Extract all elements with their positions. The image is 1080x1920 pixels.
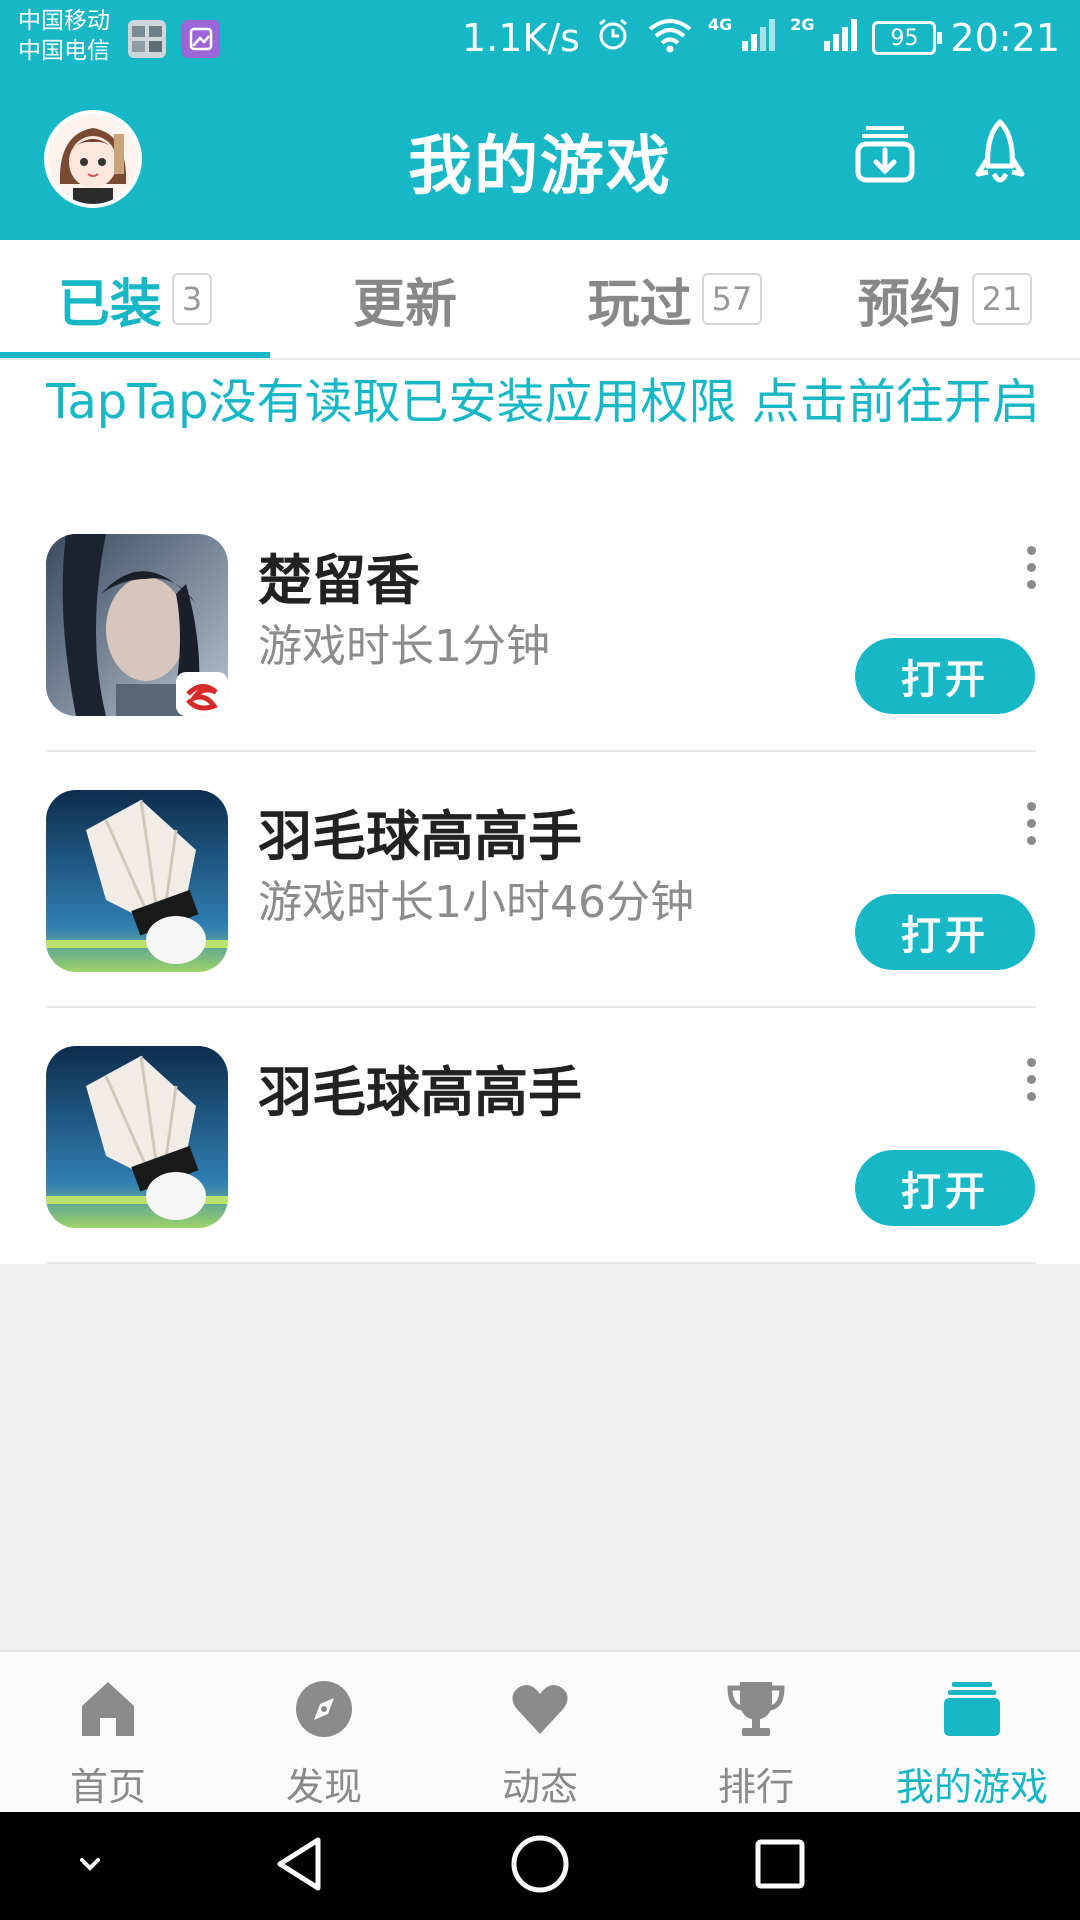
more-dot: [1026, 563, 1036, 572]
square-recents-icon: [752, 1836, 808, 1896]
back-triangle-icon: [270, 1834, 330, 1898]
tab-label: 玩过: [587, 274, 692, 335]
trophy-icon: [726, 1678, 786, 1740]
carrier-1: 中国移动: [18, 8, 110, 34]
recents-button[interactable]: [746, 1832, 814, 1900]
tab-label: 已装: [57, 274, 162, 335]
heart-icon: [510, 1678, 570, 1740]
hide-nav-button[interactable]: [56, 1832, 124, 1900]
more-dot: [1026, 836, 1036, 845]
game-icon-chuliuxiang[interactable]: [46, 534, 228, 716]
more-dot: [1026, 1075, 1036, 1084]
more-dot: [1026, 546, 1036, 555]
open-game-button[interactable]: 打开: [855, 894, 1035, 970]
signal-icon-2: [822, 15, 858, 62]
back-button[interactable]: [266, 1832, 334, 1900]
tab-label: 预约: [857, 274, 962, 335]
nav-discover[interactable]: 发现: [216, 1652, 432, 1814]
tab-reserved[interactable]: 预约 21: [810, 240, 1080, 358]
more-dot: [1026, 1092, 1036, 1101]
game-icon-badminton[interactable]: [46, 790, 228, 972]
game-name: 羽毛球高高手: [258, 805, 582, 868]
more-dot: [1026, 580, 1036, 589]
chevron-down-icon: [70, 1844, 110, 1888]
permission-notice[interactable]: TapTap没有读取已安装应用权限 点击前往开启: [0, 358, 1080, 498]
tab-played[interactable]: 玩过 57: [540, 240, 810, 358]
battery-icon: 95: [872, 21, 943, 55]
image-notification-icon: [182, 20, 220, 58]
tab-count-badge: 3: [171, 273, 213, 325]
battery-level: 95: [890, 25, 919, 51]
download-manager-button[interactable]: [840, 110, 930, 200]
tab-bar: 已装 3 更新 玩过 57 预约 21: [0, 240, 1080, 358]
more-dot: [1026, 819, 1036, 828]
permission-notice-text[interactable]: TapTap没有读取已安装应用权限 点击前往开启: [46, 370, 1066, 434]
tab-count-badge: 21: [971, 273, 1033, 325]
home-icon: [78, 1678, 138, 1740]
system-navigation-bar: [0, 1812, 1080, 1920]
status-indicators: 1.1K/s 4G 2G 95 20:21: [462, 10, 1060, 66]
open-game-button[interactable]: 打开: [855, 638, 1035, 714]
network-4g-label: 4G: [707, 14, 733, 34]
nav-label: 动态: [501, 1765, 578, 1809]
home-system-button[interactable]: [506, 1832, 574, 1900]
rocket-icon: [972, 118, 1028, 192]
list-item[interactable]: 羽毛球高高手 游戏时长1小时46分钟 打开: [0, 752, 1080, 1008]
tab-label: 更新: [352, 274, 457, 335]
open-game-button[interactable]: 打开: [855, 1150, 1035, 1226]
more-options-button[interactable]: [1016, 802, 1046, 872]
game-name: 楚留香: [258, 549, 420, 612]
tab-installed[interactable]: 已装 3: [0, 240, 270, 358]
bottom-navigation: 首页 发现 动态 排行 我的游戏: [0, 1650, 1080, 1814]
nav-ranking[interactable]: 排行: [648, 1652, 864, 1814]
nav-label: 发现: [285, 1765, 362, 1809]
download-icon: [852, 120, 918, 190]
network-2g-label: 2G: [790, 14, 815, 34]
compass-icon: [294, 1678, 354, 1740]
more-dot: [1026, 1058, 1036, 1067]
game-playtime: 游戏时长1分钟: [258, 621, 550, 672]
list-divider: [46, 1262, 1036, 1264]
net-speed: 1.1K/s: [462, 16, 580, 60]
top-app-bar: 中国移动 中国电信 1.1K/s 4G 2G 95 20:21 我的游戏: [0, 0, 1080, 240]
games-stack-icon: [942, 1678, 1002, 1740]
game-name: 羽毛球高高手: [258, 1061, 582, 1124]
tab-updates[interactable]: 更新: [270, 240, 540, 358]
more-dot: [1026, 802, 1036, 811]
circle-home-icon: [509, 1833, 571, 1899]
nav-label: 排行: [717, 1765, 794, 1809]
installed-games-list: 楚留香 游戏时长1分钟 打开 羽毛球高高手 游戏时长1小时46分钟 打开 羽毛球…: [0, 496, 1080, 1264]
wifi-icon: [646, 15, 694, 62]
list-item[interactable]: 羽毛球高高手 打开: [0, 1008, 1080, 1264]
nav-feed[interactable]: 动态: [432, 1652, 648, 1814]
nav-home[interactable]: 首页: [0, 1652, 216, 1814]
rocket-button[interactable]: [955, 110, 1045, 200]
nav-label: 首页: [69, 1765, 146, 1809]
nav-label: 我的游戏: [895, 1765, 1048, 1809]
carrier-info: 中国移动 中国电信: [18, 6, 110, 66]
list-item[interactable]: 楚留香 游戏时长1分钟 打开: [0, 496, 1080, 752]
clock: 20:21: [950, 16, 1060, 60]
nav-my-games[interactable]: 我的游戏: [864, 1652, 1080, 1814]
game-icon-badminton[interactable]: [46, 1046, 228, 1228]
signal-icon-1: [740, 15, 776, 62]
more-options-button[interactable]: [1016, 546, 1046, 616]
tab-count-badge: 57: [701, 273, 763, 325]
alarm-icon: [594, 15, 632, 62]
game-playtime: 游戏时长1小时46分钟: [258, 877, 694, 928]
carrier-2: 中国电信: [18, 38, 110, 64]
gallery-notification-icon: [128, 20, 166, 58]
more-options-button[interactable]: [1016, 1058, 1046, 1128]
